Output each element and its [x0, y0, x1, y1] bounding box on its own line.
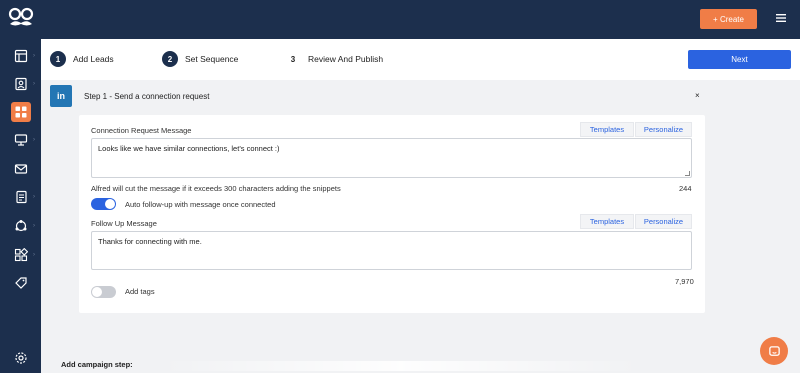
next-button[interactable]: Next — [688, 50, 791, 69]
sidebar: › › › › › › — [0, 39, 41, 373]
tag-icon[interactable] — [11, 273, 31, 293]
step-add-leads[interactable]: 1 Add Leads — [50, 51, 114, 67]
chevron-right-icon: › — [33, 81, 35, 87]
step-card: Connection Request Message Templates Per… — [79, 115, 705, 313]
followup-message-input[interactable]: Thanks for connecting with me. — [91, 231, 692, 270]
templates-button[interactable]: Templates — [580, 214, 634, 229]
main-content: 1 Add Leads 2 Set Sequence 3 Review And … — [41, 39, 800, 373]
step-header: in Step 1 - Send a connection request × — [41, 85, 800, 111]
add-campaign-step-label: Add campaign step: — [61, 360, 133, 369]
personalize-button[interactable]: Personalize — [635, 122, 692, 137]
mustache-glasses-logo[interactable] — [6, 4, 36, 34]
monitor-icon[interactable] — [11, 130, 31, 150]
chevron-right-icon: › — [33, 194, 35, 200]
gear-icon[interactable] — [11, 348, 31, 368]
steps-bar: 1 Add Leads 2 Set Sequence 3 Review And … — [41, 39, 800, 80]
step-number: 2 — [162, 51, 178, 67]
mail-icon[interactable] — [11, 159, 31, 179]
document-icon[interactable] — [11, 187, 31, 207]
step-label: Add Leads — [73, 54, 114, 64]
contact-icon[interactable] — [11, 74, 31, 94]
grid-icon[interactable] — [11, 102, 31, 122]
linkedin-icon: in — [50, 85, 72, 107]
connection-message-text: Looks like we have similar connections, … — [98, 144, 280, 153]
auto-followup-toggle[interactable] — [91, 198, 116, 210]
hamburger-icon[interactable] — [776, 13, 786, 23]
close-icon[interactable]: × — [695, 91, 700, 100]
auto-followup-label: Auto follow-up with message once connect… — [125, 200, 276, 209]
followup-message-label: Follow Up Message — [91, 219, 157, 228]
step-label: Review And Publish — [308, 54, 384, 64]
personalize-button[interactable]: Personalize — [635, 214, 692, 229]
followup-character-count: 7,970 — [675, 277, 694, 286]
character-limit-hint: Alfred will cut the message if it exceed… — [91, 184, 341, 193]
chevron-right-icon: › — [33, 53, 35, 59]
network-icon[interactable] — [11, 216, 31, 236]
chevron-right-icon: › — [33, 252, 35, 258]
step-label: Set Sequence — [185, 54, 239, 64]
connection-message-label: Connection Request Message — [91, 126, 192, 135]
add-tags-label: Add tags — [125, 287, 155, 296]
add-tags-toggle[interactable] — [91, 286, 116, 298]
resize-handle[interactable] — [685, 171, 690, 176]
create-button[interactable]: + Create — [700, 9, 757, 29]
step-set-sequence[interactable]: 2 Set Sequence — [162, 51, 238, 67]
step-review-publish[interactable]: 3 Review And Publish — [285, 51, 383, 67]
fade-divider — [161, 361, 641, 371]
chevron-right-icon: › — [33, 137, 35, 143]
connection-message-input[interactable]: Looks like we have similar connections, … — [91, 138, 692, 178]
chevron-right-icon: › — [33, 223, 35, 229]
templates-button[interactable]: Templates — [580, 122, 634, 137]
toggle-knob — [105, 199, 115, 209]
step-number: 1 — [50, 51, 66, 67]
toggle-knob — [92, 287, 102, 297]
step-title: Step 1 - Send a connection request — [84, 92, 210, 101]
chat-icon[interactable] — [760, 337, 788, 365]
layout-icon[interactable] — [11, 46, 31, 66]
followup-message-text: Thanks for connecting with me. — [98, 237, 202, 246]
apps-icon[interactable] — [11, 245, 31, 265]
character-count: 244 — [679, 184, 692, 193]
step-number: 3 — [290, 54, 296, 64]
top-bar: + Create — [0, 0, 800, 39]
